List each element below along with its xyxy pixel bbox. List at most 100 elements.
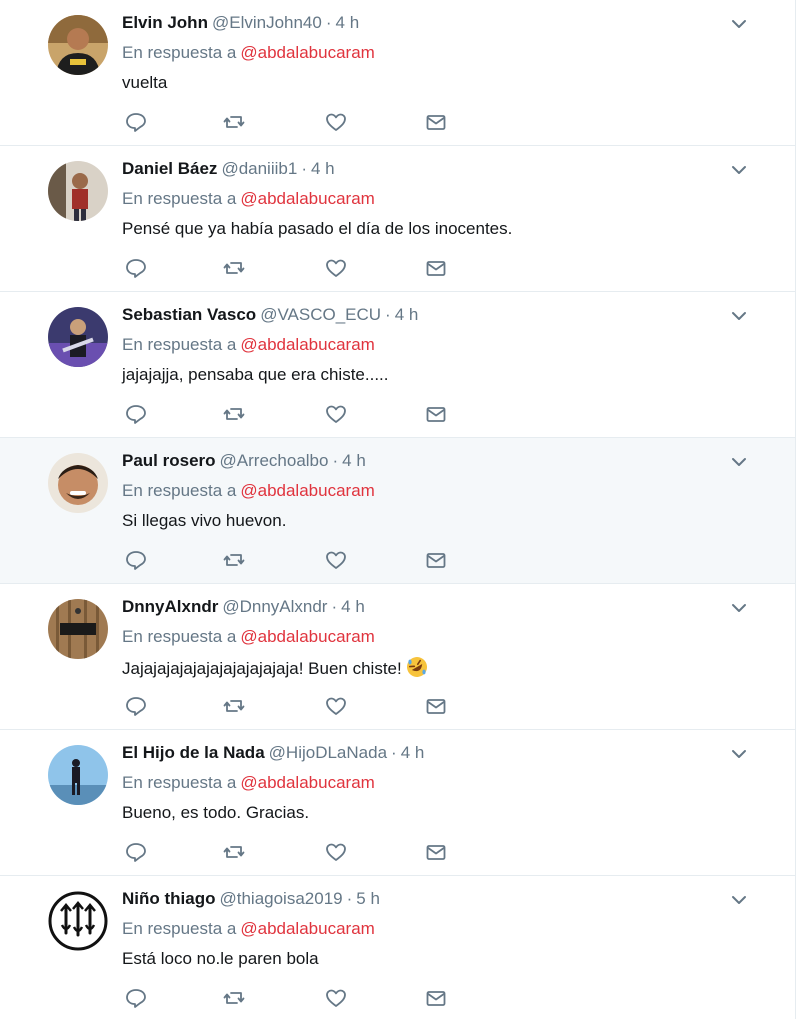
retweet-icon[interactable] (222, 840, 246, 864)
user-handle[interactable]: @daniiib1 (221, 159, 297, 178)
tweet-text: Si llegas vivo huevon. (122, 511, 287, 530)
user-handle[interactable]: @thiagoisa2019 (219, 889, 342, 908)
chevron-down-icon[interactable] (729, 160, 749, 180)
tweet-header: Niño thiago @thiagoisa2019 · 5 h (122, 888, 380, 910)
chevron-down-icon[interactable] (729, 598, 749, 618)
reply-mention-link[interactable]: @abdalabucaram (240, 773, 374, 792)
heart-icon[interactable] (324, 694, 348, 718)
retweet-icon[interactable] (222, 548, 246, 572)
reply-icon[interactable] (124, 986, 148, 1010)
reply-mention-link[interactable]: @abdalabucaram (240, 189, 374, 208)
reply-context: En respuesta a @abdalabucaram (122, 772, 375, 794)
rolling-on-floor-laughing-emoji (406, 656, 428, 678)
reply-icon[interactable] (124, 548, 148, 572)
display-name[interactable]: Niño thiago (122, 889, 215, 908)
tweet-actions (124, 840, 464, 864)
tweet-header: El Hijo de la Nada @HijoDLaNada · 4 h (122, 742, 424, 764)
timestamp[interactable]: 4 h (341, 597, 365, 616)
user-handle[interactable]: @VASCO_ECU (260, 305, 381, 324)
reply-prefix: En respuesta a (122, 773, 237, 792)
chevron-down-icon[interactable] (729, 744, 749, 764)
display-name[interactable]: Paul rosero (122, 451, 216, 470)
tweet-actions (124, 548, 464, 572)
tweet[interactable]: Niño thiago @thiagoisa2019 · 5 h En respues… (0, 876, 795, 1022)
retweet-icon[interactable] (222, 110, 246, 134)
display-name[interactable]: Elvin John (122, 13, 208, 32)
reply-mention-link[interactable]: @abdalabucaram (240, 481, 374, 500)
avatar[interactable] (48, 453, 108, 513)
tweet[interactable]: Sebastian Vasco @VASCO_ECU · 4 h En respues… (0, 292, 795, 438)
display-name[interactable]: El Hijo de la Nada (122, 743, 265, 762)
reply-mention-link[interactable]: @abdalabucaram (240, 335, 374, 354)
tweet-header: Sebastian Vasco @VASCO_ECU · 4 h (122, 304, 418, 326)
envelope-icon[interactable] (424, 840, 448, 864)
reply-icon[interactable] (124, 256, 148, 280)
reply-prefix: En respuesta a (122, 189, 237, 208)
tweet-text-row: Jajajajajajajajajajajajaja! Buen chiste! (122, 656, 428, 680)
chevron-down-icon[interactable] (729, 890, 749, 910)
reply-context: En respuesta a @abdalabucaram (122, 334, 375, 356)
tweet[interactable]: El Hijo de la Nada @HijoDLaNada · 4 h En re… (0, 730, 795, 876)
timestamp[interactable]: 4 h (311, 159, 335, 178)
tweet[interactable]: DnnyAlxndr @DnnyAlxndr · 4 h En respuesta a… (0, 584, 795, 730)
envelope-icon[interactable] (424, 402, 448, 426)
timestamp[interactable]: 4 h (395, 305, 419, 324)
retweet-icon[interactable] (222, 986, 246, 1010)
avatar[interactable] (48, 745, 108, 805)
reply-icon[interactable] (124, 840, 148, 864)
reply-mention-link[interactable]: @abdalabucaram (240, 43, 374, 62)
heart-icon[interactable] (324, 402, 348, 426)
user-handle[interactable]: @ElvinJohn40 (212, 13, 322, 32)
tweet-actions (124, 402, 464, 426)
separator-dot: · (301, 159, 307, 178)
tweet[interactable]: Paul rosero @Arrechoalbo · 4 h En respuesta… (0, 438, 795, 584)
reply-icon[interactable] (124, 402, 148, 426)
avatar[interactable] (48, 891, 108, 951)
display-name[interactable]: DnnyAlxndr (122, 597, 218, 616)
envelope-icon[interactable] (424, 548, 448, 572)
separator-dot: · (332, 451, 339, 470)
reply-icon[interactable] (124, 694, 148, 718)
heart-icon[interactable] (324, 986, 348, 1010)
retweet-icon[interactable] (222, 402, 246, 426)
envelope-icon[interactable] (424, 110, 448, 134)
user-handle[interactable]: @DnnyAlxndr (222, 597, 327, 616)
user-handle[interactable]: @Arrechoalbo (220, 451, 329, 470)
avatar[interactable] (48, 15, 108, 75)
chevron-down-icon[interactable] (729, 452, 749, 472)
reply-prefix: En respuesta a (122, 919, 237, 938)
reply-prefix: En respuesta a (122, 43, 237, 62)
timestamp[interactable]: 4 h (342, 451, 366, 470)
separator-dot: · (325, 13, 332, 32)
display-name[interactable]: Sebastian Vasco (122, 305, 256, 324)
envelope-icon[interactable] (424, 986, 448, 1010)
tweet-header: Elvin John @ElvinJohn40 · 4 h (122, 12, 359, 34)
envelope-icon[interactable] (424, 256, 448, 280)
envelope-icon[interactable] (424, 694, 448, 718)
chevron-down-icon[interactable] (729, 14, 749, 34)
user-handle[interactable]: @HijoDLaNada (269, 743, 387, 762)
reply-mention-link[interactable]: @abdalabucaram (240, 627, 374, 646)
heart-icon[interactable] (324, 548, 348, 572)
retweet-icon[interactable] (222, 256, 246, 280)
reply-context: En respuesta a @abdalabucaram (122, 188, 375, 210)
reply-context: En respuesta a @abdalabucaram (122, 480, 375, 502)
avatar[interactable] (48, 161, 108, 221)
timestamp[interactable]: 5 h (356, 889, 380, 908)
tweet[interactable]: Elvin John @ElvinJohn40 · 4 h En respuesta … (0, 0, 795, 146)
avatar[interactable] (48, 599, 108, 659)
separator-dot: · (391, 743, 397, 762)
timestamp[interactable]: 4 h (336, 13, 360, 32)
display-name[interactable]: Daniel Báez (122, 159, 217, 178)
chevron-down-icon[interactable] (729, 306, 749, 326)
heart-icon[interactable] (324, 110, 348, 134)
reply-icon[interactable] (124, 110, 148, 134)
reply-mention-link[interactable]: @abdalabucaram (240, 919, 374, 938)
avatar[interactable] (48, 307, 108, 367)
heart-icon[interactable] (324, 256, 348, 280)
retweet-icon[interactable] (222, 694, 246, 718)
reply-context: En respuesta a @abdalabucaram (122, 42, 375, 64)
tweet[interactable]: Daniel Báez @daniiib1 · 4 h En respuesta a @… (0, 146, 795, 292)
timestamp[interactable]: 4 h (401, 743, 425, 762)
heart-icon[interactable] (324, 840, 348, 864)
